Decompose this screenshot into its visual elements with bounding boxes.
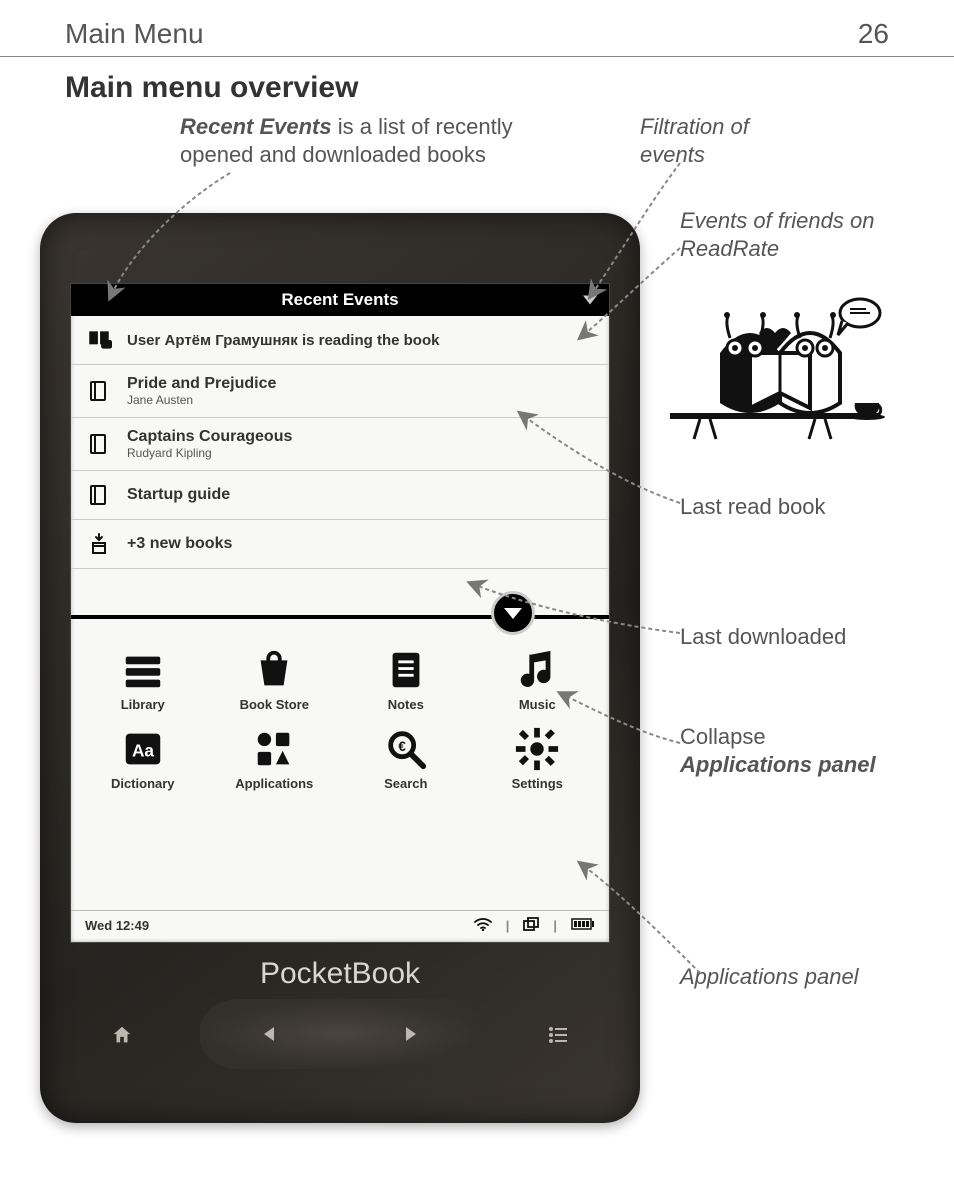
applications-panel: Library Book Store Notes Music Aa Dictio… (71, 619, 609, 799)
svg-text:€: € (398, 739, 406, 754)
apps-panel-divider (71, 569, 609, 619)
device-screen: Recent Events User Артём Грамушняк is re… (70, 283, 610, 943)
device-brand: PocketBook (70, 957, 610, 991)
app-applications[interactable]: Applications (209, 726, 341, 791)
battery-icon (571, 918, 595, 933)
page-number: 26 (858, 18, 889, 50)
header-title: Main Menu (65, 18, 204, 50)
speech-book-icon (85, 326, 113, 354)
device-frame: Recent Events User Артём Грамушняк is re… (40, 213, 640, 1123)
callout-apps-panel: Applications panel (680, 963, 859, 991)
app-music[interactable]: Music (472, 647, 604, 712)
book-row[interactable]: Captains Courageous Rudyard Kipling (71, 418, 609, 471)
status-bar: Wed 12:49 | | (71, 910, 609, 942)
app-notes[interactable]: Notes (340, 647, 472, 712)
search-icon: € (383, 726, 429, 772)
app-dictionary[interactable]: Aa Dictionary (77, 726, 209, 791)
store-icon (251, 647, 297, 693)
task-icon (523, 917, 539, 934)
menu-button[interactable] (528, 1005, 588, 1065)
callout-filtration: Filtration of events (640, 113, 780, 168)
book-icon (85, 481, 113, 509)
book-icon (85, 430, 113, 458)
friend-event-row[interactable]: User Артём Грамушняк is reading the book (71, 316, 609, 365)
callout-recent-events: Recent Events is a list of recently open… (180, 113, 540, 168)
book-icon (85, 377, 113, 405)
library-icon (120, 647, 166, 693)
book-row[interactable]: Pride and Prejudice Jane Austen (71, 365, 609, 418)
home-button[interactable] (92, 1005, 152, 1065)
app-book-store[interactable]: Book Store (209, 647, 341, 712)
prev-button[interactable] (262, 1004, 278, 1064)
notes-icon (383, 647, 429, 693)
applications-icon (251, 726, 297, 772)
app-settings[interactable]: Settings (472, 726, 604, 791)
chevron-down-icon[interactable] (583, 296, 597, 305)
recent-events-header[interactable]: Recent Events (71, 284, 609, 316)
app-library[interactable]: Library (77, 647, 209, 712)
callout-last-read: Last read book (680, 493, 826, 521)
callout-friends: Events of friends on ReadRate (680, 207, 900, 262)
download-book-icon (85, 530, 113, 558)
book-row[interactable]: Startup guide (71, 471, 609, 520)
next-button[interactable] (402, 1004, 418, 1064)
new-books-row[interactable]: +3 new books (71, 520, 609, 569)
svg-text:Aa: Aa (132, 741, 154, 761)
wifi-icon (474, 917, 492, 934)
settings-icon (514, 726, 560, 772)
app-search[interactable]: € Search (340, 726, 472, 791)
callout-last-downloaded: Last downloaded (680, 623, 846, 651)
page-header: Main Menu 26 (0, 0, 954, 57)
music-icon (514, 647, 560, 693)
section-title: Main menu overview (0, 71, 954, 105)
dictionary-icon: Aa (120, 726, 166, 772)
callout-collapse: Collapse Applications panel (680, 723, 876, 778)
hardware-buttons (70, 1005, 610, 1065)
status-time: Wed 12:49 (85, 918, 149, 933)
readrate-illustration (660, 293, 900, 453)
collapse-apps-button[interactable] (491, 591, 535, 635)
